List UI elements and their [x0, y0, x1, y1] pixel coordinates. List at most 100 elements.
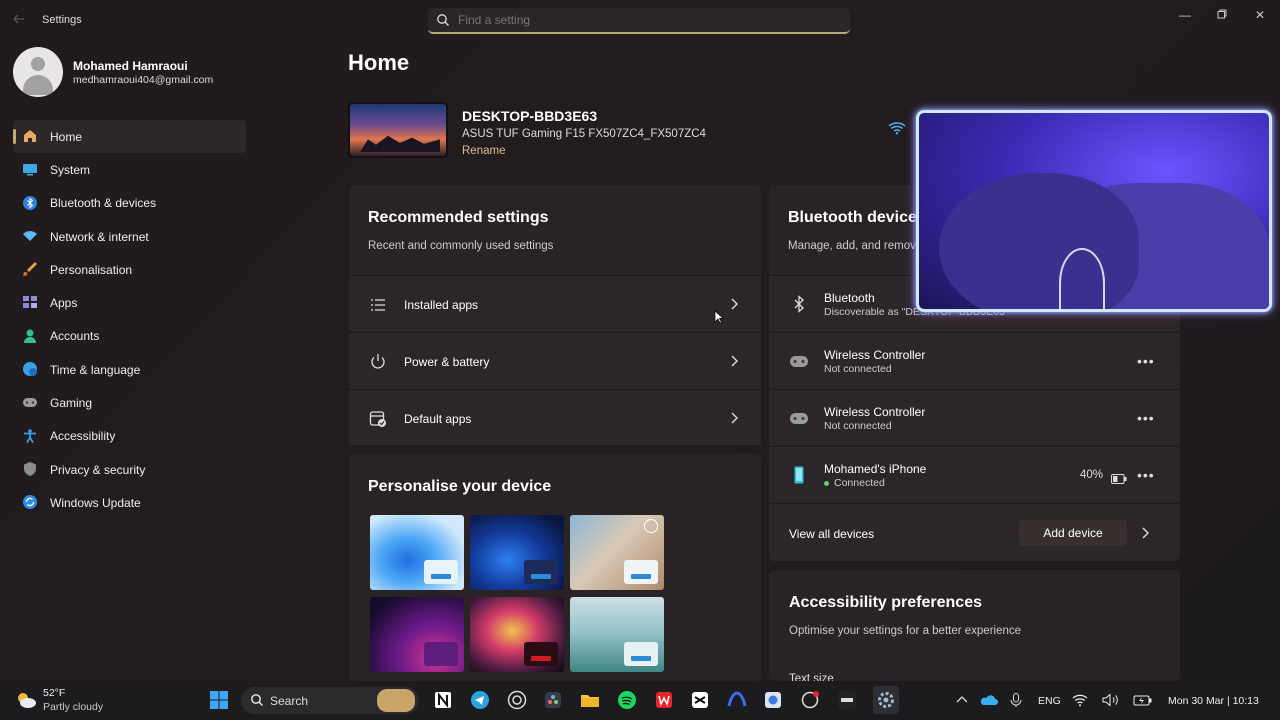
file-explorer-icon[interactable]	[580, 690, 600, 710]
sidebar-item-bluetooth[interactable]: Bluetooth & devices	[13, 187, 246, 220]
mouse-cursor-icon	[714, 310, 724, 324]
back-arrow-icon[interactable]	[12, 12, 28, 28]
text-size-label[interactable]: Text size	[789, 673, 834, 681]
profile-name: Mohamed Hamraoui	[73, 59, 188, 73]
wps-office-icon[interactable]	[654, 690, 674, 710]
game-app-icon[interactable]	[837, 690, 857, 710]
sidebar-item-privacy[interactable]: Privacy & security	[13, 453, 246, 486]
profile-email: medhamraoui404@gmail.com	[73, 74, 214, 86]
card-title: Recommended settings	[368, 209, 549, 226]
wifi-icon[interactable]	[1072, 693, 1092, 713]
weather-icon[interactable]	[15, 690, 36, 710]
webcam-overlay[interactable]	[916, 110, 1272, 312]
sidebar-item-accessibility[interactable]: Accessibility	[13, 420, 246, 453]
connected-dot	[824, 480, 829, 486]
device-status: Not connected	[824, 420, 892, 432]
close-button[interactable]: ✕	[1250, 8, 1270, 24]
battery-charging-icon[interactable]	[1133, 693, 1153, 713]
minimize-button[interactable]: —	[1175, 8, 1195, 24]
recommended-item-power-battery[interactable]: Power & battery	[349, 332, 761, 388]
telegram-icon[interactable]	[470, 690, 490, 710]
sidebar-item-time-language[interactable]: Time & language	[13, 353, 246, 386]
onedrive-icon[interactable]	[980, 692, 1000, 712]
bluetooth-footer-row: View all devices Add device	[769, 503, 1180, 561]
recommended-item-installed-apps[interactable]: Installed apps	[349, 275, 761, 331]
sidebar-item-label: Accessibility	[50, 429, 116, 444]
sidebar-item-personalisation[interactable]: Personalisation	[13, 253, 246, 286]
bluetooth-device-row[interactable]: Wireless Controller Not connected •••	[769, 389, 1180, 445]
sidebar-item-label: Personalisation	[50, 262, 133, 277]
gamepad-icon	[789, 408, 809, 428]
system-icon	[22, 161, 38, 177]
add-device-button[interactable]: Add device	[1019, 520, 1127, 546]
card-title: Bluetooth devices	[788, 209, 926, 226]
shield-icon	[22, 461, 38, 477]
taskbar-search[interactable]: Search	[241, 687, 419, 714]
chevron-up-icon[interactable]	[955, 693, 975, 713]
personalise-card: Personalise your device	[349, 454, 761, 681]
obs-icon[interactable]	[507, 690, 527, 710]
chatgpt-icon[interactable]	[800, 690, 820, 710]
sidebar-item-accounts[interactable]: Accounts	[13, 320, 246, 353]
page-title: Home	[348, 50, 410, 75]
sidebar-item-gaming[interactable]: Gaming	[13, 386, 246, 419]
notion-icon[interactable]	[433, 690, 453, 710]
sidebar-item-windows-update[interactable]: Windows Update	[13, 486, 246, 519]
restore-button[interactable]	[1212, 8, 1232, 24]
title-bar: Settings — ✕	[0, 0, 1280, 40]
language-indicator[interactable]: ENG	[1038, 695, 1061, 707]
arc-browser-icon[interactable]	[727, 690, 747, 710]
device-wallpaper-thumbnail	[348, 102, 448, 158]
card-subtitle: Optimise your settings for a better expe…	[789, 625, 1022, 637]
screenshot-tool-icon[interactable]	[763, 690, 783, 710]
settings-app-icon[interactable]	[873, 686, 899, 714]
globe-clock-icon	[22, 361, 38, 377]
card-subtitle: Manage, add, and remove	[788, 240, 923, 252]
battery-percent: 40%	[1080, 469, 1104, 481]
accessibility-icon	[22, 428, 38, 444]
user-profile[interactable]: Mohamed Hamraoui medhamraoui404@gmail.co…	[13, 47, 253, 97]
selected-check-icon	[644, 519, 658, 533]
device-name: Wireless Controller	[824, 348, 926, 362]
settings-search-box[interactable]	[428, 8, 850, 34]
chevron-right-icon	[729, 411, 739, 425]
sidebar-item-network[interactable]: Network & internet	[13, 220, 246, 253]
wallpaper-option-light-bloom[interactable]	[370, 515, 464, 590]
sidebar-item-system[interactable]: System	[13, 153, 246, 186]
wallpaper-option-flowers[interactable]	[570, 515, 664, 590]
more-options-icon[interactable]: •••	[1137, 410, 1155, 426]
sidebar-item-label: Windows Update	[50, 495, 141, 510]
chevron-right-icon[interactable]	[1140, 526, 1150, 545]
bluetooth-device-row[interactable]: Wireless Controller Not connected •••	[769, 332, 1180, 388]
device-name: Mohamed's iPhone	[824, 462, 927, 476]
recommended-item-default-apps[interactable]: Default apps	[349, 389, 761, 445]
device-status: Connected	[824, 477, 885, 489]
spotify-icon[interactable]	[617, 690, 637, 710]
rename-link[interactable]: Rename	[462, 145, 505, 157]
more-options-icon[interactable]: •••	[1137, 467, 1155, 483]
view-all-devices-link[interactable]: View all devices	[789, 527, 874, 541]
microphone-icon[interactable]	[1008, 692, 1028, 712]
sidebar-item-apps[interactable]: Apps	[13, 286, 246, 319]
davinci-resolve-icon[interactable]	[543, 690, 563, 710]
sidebar-item-label: Home	[50, 129, 83, 144]
start-button[interactable]	[209, 690, 229, 710]
clock[interactable]: Mon 30 Mar | 10:13	[1168, 695, 1259, 707]
capcut-icon[interactable]	[690, 690, 710, 710]
avatar	[13, 47, 63, 97]
wifi-status-icon[interactable]	[888, 121, 906, 135]
sidebar-item-home[interactable]: Home	[13, 120, 246, 154]
wallpaper-option-dark-bloom[interactable]	[470, 515, 564, 590]
more-options-icon[interactable]: •••	[1137, 353, 1155, 369]
wifi-icon	[22, 228, 38, 244]
volume-icon[interactable]	[1102, 693, 1122, 713]
apps-icon	[22, 294, 38, 310]
sidebar-item-label: Time & language	[50, 362, 141, 377]
search-input[interactable]	[458, 11, 838, 29]
wallpaper-option-captured-motion[interactable]	[470, 597, 564, 672]
wallpaper-option-lake[interactable]	[570, 597, 664, 672]
battery-icon	[1111, 471, 1127, 489]
bluetooth-device-row[interactable]: Mohamed's iPhone Connected 40% •••	[769, 446, 1180, 502]
phone-icon	[789, 465, 809, 485]
wallpaper-option-glow[interactable]	[370, 597, 464, 672]
